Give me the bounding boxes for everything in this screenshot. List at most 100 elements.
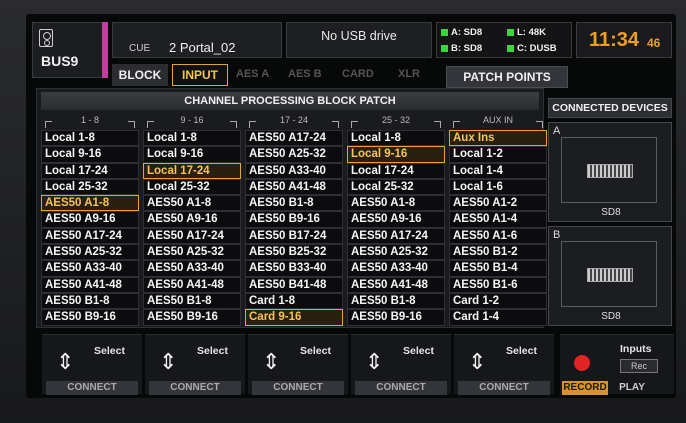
play-button[interactable]: PLAY bbox=[612, 381, 652, 395]
patch-option[interactable]: AES50 A9-16 bbox=[143, 211, 241, 228]
tab-input[interactable]: INPUT bbox=[172, 64, 228, 86]
patch-option[interactable]: AES50 A17-24 bbox=[245, 130, 343, 147]
patch-option[interactable]: AES50 A9-16 bbox=[347, 211, 445, 228]
patch-option[interactable]: Card 1-8 bbox=[245, 292, 343, 310]
bus-name: BUS9 bbox=[41, 53, 79, 69]
patch-option[interactable]: AES50 B9-16 bbox=[347, 309, 445, 326]
patch-option[interactable]: AES50 B1-2 bbox=[449, 244, 547, 261]
patch-option[interactable]: AES50 A1-8 bbox=[41, 195, 139, 212]
tab-aes-b[interactable]: AES B bbox=[288, 68, 322, 80]
patch-option[interactable]: Local 25-32 bbox=[143, 178, 241, 196]
device-slot-a[interactable]: A SD8 bbox=[548, 122, 672, 222]
patch-option[interactable]: AES50 B1-8 bbox=[347, 292, 445, 310]
cue-label: CUE bbox=[129, 43, 151, 54]
patch-column: 17 - 24 AES50 A17-24 AES50 A25-32 AES50 A33… bbox=[245, 115, 343, 326]
patch-option[interactable]: Card 1-4 bbox=[449, 309, 547, 326]
patch-option[interactable]: AES50 B1-8 bbox=[245, 195, 343, 212]
tab-block[interactable]: BLOCK bbox=[112, 64, 168, 86]
patch-option[interactable]: AES50 A33-40 bbox=[143, 260, 241, 277]
up-down-arrow-icon[interactable]: ⇕ bbox=[56, 349, 74, 375]
patch-option[interactable]: AES50 B33-40 bbox=[245, 260, 343, 277]
patch-option[interactable]: AES50 A17-24 bbox=[347, 227, 445, 245]
patch-option[interactable]: AES50 A1-4 bbox=[449, 211, 547, 228]
patch-option[interactable]: AES50 B1-4 bbox=[449, 260, 547, 277]
patch-option[interactable]: Local 25-32 bbox=[347, 178, 445, 196]
cue-display[interactable]: CUE 2 Portal_02 bbox=[112, 22, 282, 58]
device-status-c: C: DUSB bbox=[507, 43, 557, 54]
patch-option[interactable]: AES50 A33-40 bbox=[245, 162, 343, 179]
patch-option[interactable]: AES50 A25-32 bbox=[41, 244, 139, 261]
up-down-arrow-icon[interactable]: ⇕ bbox=[262, 349, 280, 375]
patch-option[interactable]: AES50 A25-32 bbox=[143, 244, 241, 261]
patch-option[interactable]: AES50 A1-8 bbox=[143, 195, 241, 212]
up-down-arrow-icon[interactable]: ⇕ bbox=[159, 349, 177, 375]
patch-option[interactable]: AES50 A41-48 bbox=[347, 276, 445, 293]
patch-option[interactable]: Local 1-8 bbox=[41, 130, 139, 147]
encoder-label: Select bbox=[403, 345, 434, 357]
patch-option[interactable]: Local 9-16 bbox=[143, 146, 241, 163]
patch-option[interactable]: AES50 A1-2 bbox=[449, 195, 547, 212]
patch-option[interactable]: Card 9-16 bbox=[245, 309, 343, 326]
patch-option[interactable]: Card 1-2 bbox=[449, 292, 547, 310]
device-slot-b[interactable]: B SD8 bbox=[548, 226, 672, 326]
patch-option[interactable]: Local 17-24 bbox=[347, 162, 445, 179]
patch-option[interactable]: Aux Ins bbox=[449, 130, 547, 147]
patch-option[interactable]: Local 1-2 bbox=[449, 146, 547, 163]
patch-option[interactable]: AES50 B9-16 bbox=[143, 309, 241, 326]
encoder-2: ⇕ Select CONNECT bbox=[145, 334, 245, 395]
patch-option[interactable]: Local 1-8 bbox=[347, 130, 445, 147]
patch-option[interactable]: AES50 A25-32 bbox=[245, 146, 343, 163]
patch-option[interactable]: AES50 A41-48 bbox=[41, 276, 139, 293]
speaker-icon bbox=[39, 29, 53, 47]
patch-option[interactable]: AES50 B1-8 bbox=[41, 292, 139, 310]
connect-button[interactable]: CONNECT bbox=[149, 381, 241, 395]
patch-option[interactable]: Local 1-6 bbox=[449, 178, 547, 196]
patch-option[interactable]: Local 17-24 bbox=[41, 162, 139, 179]
patch-option[interactable]: AES50 A33-40 bbox=[41, 260, 139, 277]
patch-option[interactable]: Local 17-24 bbox=[143, 162, 241, 179]
patch-option[interactable]: AES50 A17-24 bbox=[143, 227, 241, 245]
connect-button[interactable]: CONNECT bbox=[458, 381, 550, 395]
connect-button[interactable]: CONNECT bbox=[46, 381, 138, 395]
patch-option[interactable]: AES50 B9-16 bbox=[245, 211, 343, 228]
connect-button[interactable]: CONNECT bbox=[252, 381, 344, 395]
usb-status[interactable]: No USB drive bbox=[286, 22, 432, 58]
connected-devices-title: CONNECTED DEVICES bbox=[548, 98, 672, 118]
patch-option[interactable]: AES50 B1-8 bbox=[143, 292, 241, 310]
patch-option[interactable]: Local 9-16 bbox=[347, 146, 445, 163]
patch-option[interactable]: AES50 A41-48 bbox=[245, 178, 343, 196]
patch-option[interactable]: AES50 B17-24 bbox=[245, 227, 343, 245]
recorder-rec-indicator[interactable]: Rec bbox=[620, 359, 658, 373]
patch-option[interactable]: Local 9-16 bbox=[41, 146, 139, 163]
patch-option[interactable]: AES50 A25-32 bbox=[347, 244, 445, 261]
up-down-arrow-icon[interactable]: ⇕ bbox=[468, 349, 486, 375]
patch-option[interactable]: Local 1-8 bbox=[143, 130, 241, 147]
up-down-arrow-icon[interactable]: ⇕ bbox=[365, 349, 383, 375]
encoder-label: Select bbox=[506, 345, 537, 357]
record-button[interactable]: RECORD bbox=[562, 381, 608, 395]
patch-option[interactable]: Local 1-4 bbox=[449, 162, 547, 179]
tab-xlr[interactable]: XLR bbox=[398, 68, 420, 80]
patch-option[interactable]: AES50 A17-24 bbox=[41, 227, 139, 245]
patch-option[interactable]: AES50 B9-16 bbox=[41, 309, 139, 326]
patch-option[interactable]: AES50 B1-6 bbox=[449, 276, 547, 293]
tab-aes-a[interactable]: AES A bbox=[236, 68, 269, 80]
patch-option[interactable]: AES50 A1-6 bbox=[449, 227, 547, 245]
cue-value: 2 Portal_02 bbox=[169, 40, 236, 55]
device-status-panel: A: SD8 L: 48K B: SD8 C: DUSB bbox=[436, 22, 572, 58]
patch-option[interactable]: AES50 B41-48 bbox=[245, 276, 343, 293]
status-led-icon bbox=[507, 45, 514, 52]
tab-card[interactable]: CARD bbox=[342, 68, 374, 80]
device-status-b: B: SD8 bbox=[441, 43, 482, 54]
patch-option[interactable]: AES50 B25-32 bbox=[245, 244, 343, 261]
bus-indicator[interactable]: BUS9 bbox=[32, 22, 106, 78]
record-icon[interactable] bbox=[574, 355, 590, 371]
connect-button[interactable]: CONNECT bbox=[355, 381, 447, 395]
patch-option[interactable]: AES50 A33-40 bbox=[347, 260, 445, 277]
channel-patch-panel: CHANNEL PROCESSING BLOCK PATCH 1 - 8 Loca… bbox=[36, 88, 547, 328]
patch-option[interactable]: AES50 A9-16 bbox=[41, 211, 139, 228]
patch-option[interactable]: Local 25-32 bbox=[41, 178, 139, 196]
patch-option[interactable]: AES50 A41-48 bbox=[143, 276, 241, 293]
patch-points-button[interactable]: PATCH POINTS bbox=[446, 66, 568, 88]
patch-option[interactable]: AES50 A1-8 bbox=[347, 195, 445, 212]
